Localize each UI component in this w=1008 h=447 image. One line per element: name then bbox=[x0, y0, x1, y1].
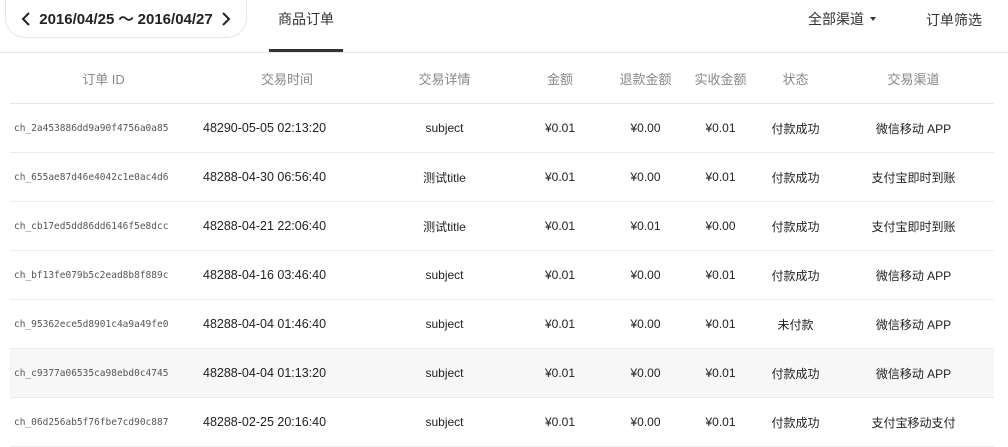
date-range-text: 2016/04/25 ～ 2016/04/27 bbox=[39, 11, 213, 28]
trade-detail: 测试title bbox=[377, 201, 512, 251]
header-received: 实收金额 bbox=[683, 53, 758, 104]
refund-amount: ¥0.00 bbox=[608, 152, 683, 202]
trade-time: 48290-05-05 02:13:20 bbox=[197, 103, 377, 153]
amount: ¥0.01 bbox=[512, 250, 608, 300]
amount: ¥0.01 bbox=[512, 152, 608, 202]
table-row[interactable]: ch_95362ece5d8901c4a9a49fe0 48288-04-04 … bbox=[10, 299, 994, 349]
date-range-picker[interactable]: 2016/04/25 ～ 2016/04/27 bbox=[5, 0, 247, 38]
status: 付款成功 bbox=[758, 103, 833, 153]
table-row[interactable]: ch_06d256ab5f76fbe7cd90c887 48288-02-25 … bbox=[10, 397, 994, 447]
trade-detail: subject bbox=[377, 299, 512, 349]
received-amount: ¥0.01 bbox=[683, 348, 758, 398]
top-bar: 2016/04/25 ～ 2016/04/27 商品订单 全部渠道 订单筛选 bbox=[0, 0, 1008, 53]
channel: 微信移动 APP bbox=[833, 299, 994, 349]
order-id: ch_cb17ed5dd86dd6146f5e8dcc bbox=[10, 201, 197, 251]
channel-dropdown-label: 全部渠道 bbox=[808, 11, 864, 27]
header-amount: 金额 bbox=[512, 53, 608, 104]
orders-table: 订单 ID 交易时间 交易详情 金额 退款金额 实收金额 状态 交易渠道 ch_… bbox=[10, 53, 994, 447]
trade-time: 48288-04-04 01:46:40 bbox=[197, 299, 377, 349]
received-amount: ¥0.01 bbox=[683, 103, 758, 153]
status: 付款成功 bbox=[758, 348, 833, 398]
header-refund: 退款金额 bbox=[608, 53, 683, 104]
trade-time: 48288-04-04 01:13:20 bbox=[197, 348, 377, 398]
header-status: 状态 bbox=[758, 53, 833, 104]
status: 付款成功 bbox=[758, 201, 833, 251]
refund-amount: ¥0.00 bbox=[608, 103, 683, 153]
order-id: ch_2a453886dd9a90f4756a0a85 bbox=[10, 103, 197, 153]
table-row[interactable]: ch_c9377a06535ca98ebd0c4745 48288-04-04 … bbox=[10, 348, 994, 398]
trade-detail: subject bbox=[377, 103, 512, 153]
channel-dropdown[interactable]: 全部渠道 bbox=[808, 10, 876, 28]
trade-detail: subject bbox=[377, 397, 512, 447]
trade-time: 48288-04-21 22:06:40 bbox=[197, 201, 377, 251]
header-trade-detail: 交易详情 bbox=[377, 53, 512, 104]
order-id: ch_655ae87d46e4042c1e0ac4d6 bbox=[10, 152, 197, 202]
header-channel: 交易渠道 bbox=[833, 53, 994, 104]
received-amount: ¥0.00 bbox=[683, 201, 758, 251]
table-row[interactable]: ch_655ae87d46e4042c1e0ac4d6 48288-04-30 … bbox=[10, 152, 994, 202]
order-id: ch_bf13fe079b5c2ead8b8f889c bbox=[10, 250, 197, 300]
refund-amount: ¥0.01 bbox=[608, 201, 683, 251]
order-id: ch_95362ece5d8901c4a9a49fe0 bbox=[10, 299, 197, 349]
channel: 支付宝即时到账 bbox=[833, 201, 994, 251]
channel: 微信移动 APP bbox=[833, 348, 994, 398]
refund-amount: ¥0.00 bbox=[608, 348, 683, 398]
received-amount: ¥0.01 bbox=[683, 152, 758, 202]
amount: ¥0.01 bbox=[512, 397, 608, 447]
header-trade-time: 交易时间 bbox=[197, 53, 377, 104]
order-filter-button[interactable]: 订单筛选 bbox=[926, 10, 982, 28]
status: 付款成功 bbox=[758, 250, 833, 300]
table-row[interactable]: ch_bf13fe079b5c2ead8b8f889c 48288-04-16 … bbox=[10, 250, 994, 300]
chevron-left-icon[interactable] bbox=[18, 11, 34, 27]
trade-detail: 测试title bbox=[377, 152, 512, 202]
order-id: ch_c9377a06535ca98ebd0c4745 bbox=[10, 348, 197, 398]
trade-time: 48288-04-30 06:56:40 bbox=[197, 152, 377, 202]
chevron-right-icon[interactable] bbox=[218, 11, 234, 27]
refund-amount: ¥0.00 bbox=[608, 299, 683, 349]
status: 付款成功 bbox=[758, 152, 833, 202]
refund-amount: ¥0.00 bbox=[608, 397, 683, 447]
channel: 微信移动 APP bbox=[833, 103, 994, 153]
table-row[interactable]: ch_2a453886dd9a90f4756a0a85 48290-05-05 … bbox=[10, 103, 994, 153]
amount: ¥0.01 bbox=[512, 299, 608, 349]
amount: ¥0.01 bbox=[512, 348, 608, 398]
channel: 微信移动 APP bbox=[833, 250, 994, 300]
received-amount: ¥0.01 bbox=[683, 299, 758, 349]
channel: 支付宝即时到账 bbox=[833, 152, 994, 202]
header-order-id: 订单 ID bbox=[10, 53, 197, 104]
amount: ¥0.01 bbox=[512, 201, 608, 251]
caret-down-icon bbox=[870, 17, 876, 21]
trade-detail: subject bbox=[377, 348, 512, 398]
trade-time: 48288-04-16 03:46:40 bbox=[197, 250, 377, 300]
received-amount: ¥0.01 bbox=[683, 250, 758, 300]
tab-product-orders[interactable]: 商品订单 bbox=[269, 0, 343, 52]
refund-amount: ¥0.00 bbox=[608, 250, 683, 300]
received-amount: ¥0.01 bbox=[683, 397, 758, 447]
status: 付款成功 bbox=[758, 397, 833, 447]
trade-detail: subject bbox=[377, 250, 512, 300]
table-row[interactable]: ch_cb17ed5dd86dd6146f5e8dcc 48288-04-21 … bbox=[10, 201, 994, 251]
amount: ¥0.01 bbox=[512, 103, 608, 153]
order-id: ch_06d256ab5f76fbe7cd90c887 bbox=[10, 397, 197, 447]
trade-time: 48288-02-25 20:16:40 bbox=[197, 397, 377, 447]
channel: 支付宝移动支付 bbox=[833, 397, 994, 447]
table-header-row: 订单 ID 交易时间 交易详情 金额 退款金额 实收金额 状态 交易渠道 bbox=[10, 53, 994, 104]
status: 未付款 bbox=[758, 299, 833, 349]
